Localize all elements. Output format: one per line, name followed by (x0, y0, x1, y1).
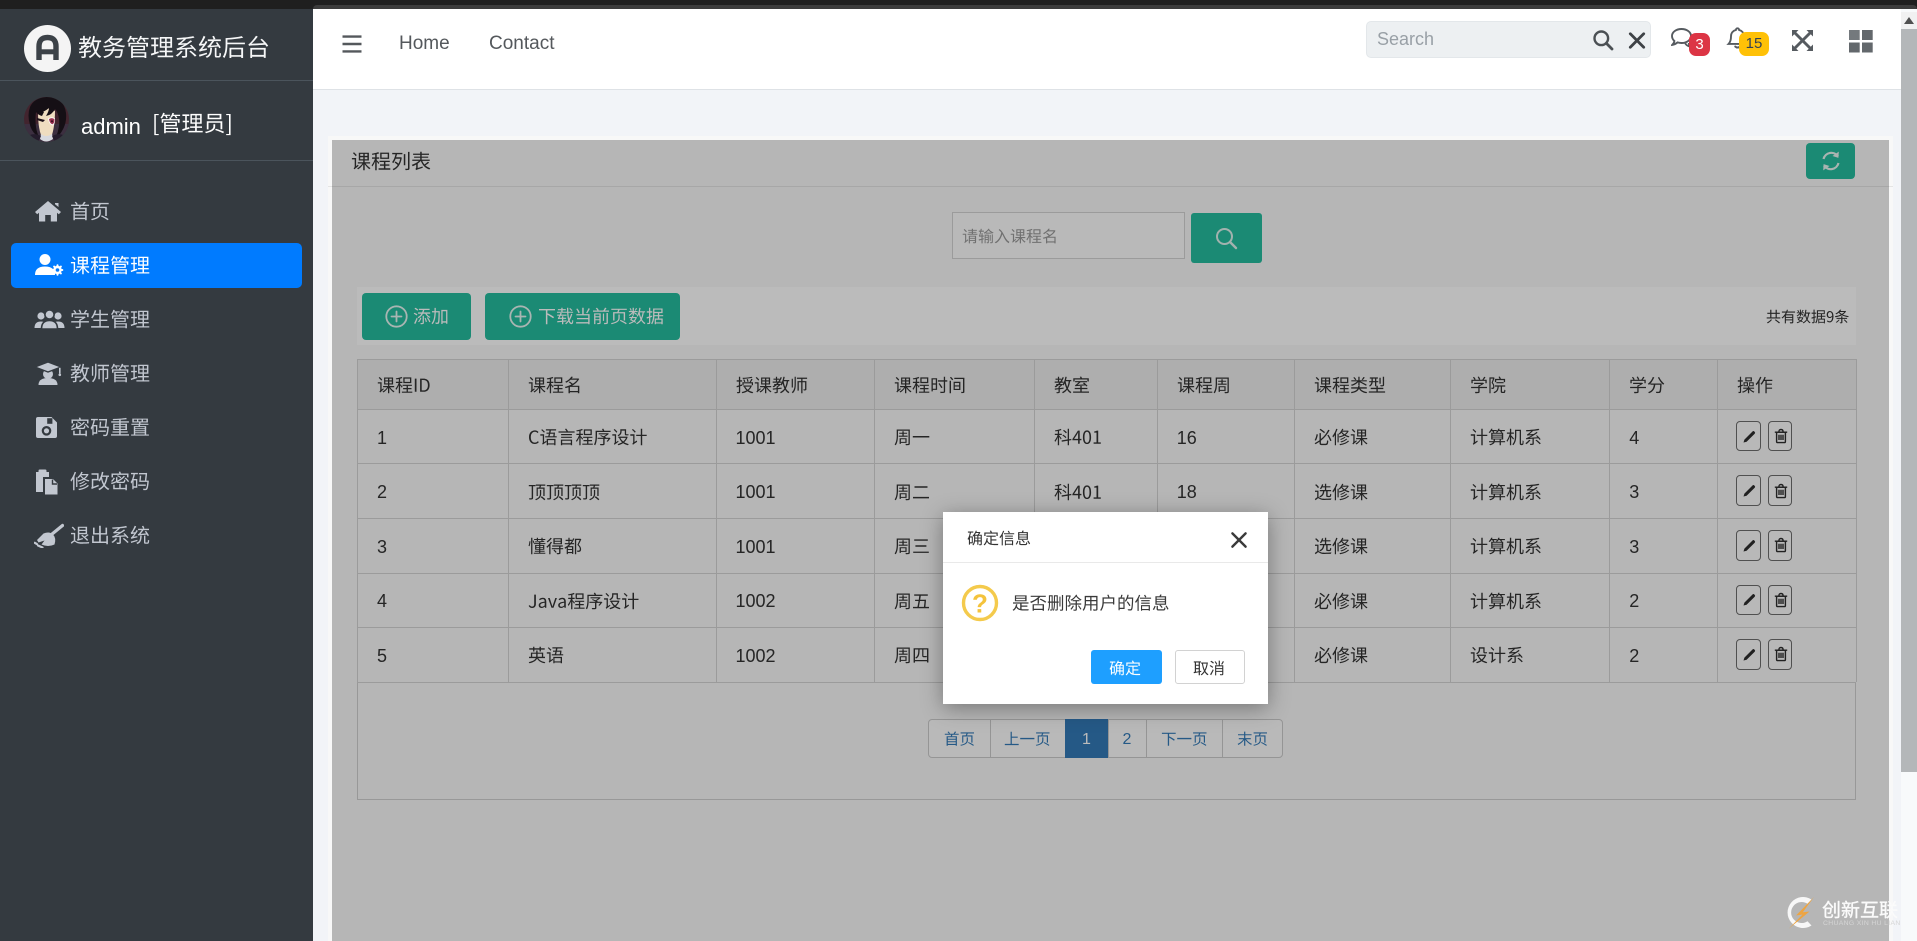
svg-text:?: ? (972, 589, 988, 619)
